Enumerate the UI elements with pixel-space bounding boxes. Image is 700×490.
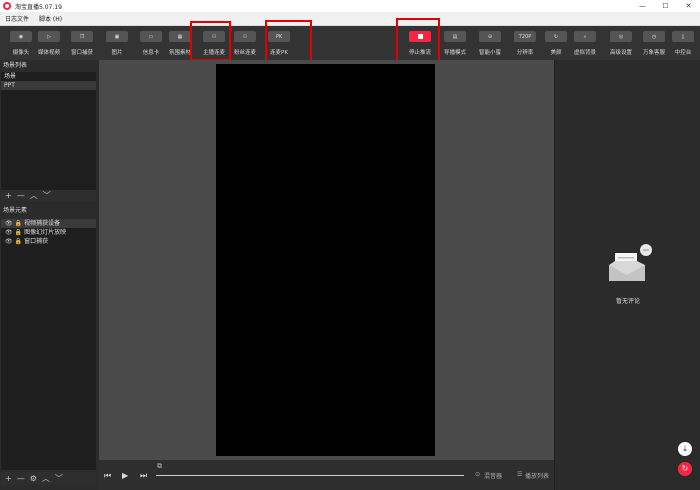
highlight-stop-stream xyxy=(396,18,440,62)
toolbar-button[interactable]: ⊖ 智能小蜜 xyxy=(470,29,510,57)
add-scene-button[interactable]: + xyxy=(5,191,12,200)
settings-icon: ◎ xyxy=(610,31,632,42)
lock-icon[interactable]: 🔒 xyxy=(15,219,22,228)
source-item-label: 窗口捕获 xyxy=(24,238,49,245)
card-icon: ▭ xyxy=(140,31,162,42)
director-icon: ▤ xyxy=(444,31,466,42)
window-icon: ❐ xyxy=(71,31,93,42)
scene-item[interactable]: PPT xyxy=(1,81,96,90)
service-icon: ◷ xyxy=(643,31,665,42)
empty-comments-text: 暂无评论 xyxy=(615,298,640,305)
source-item[interactable]: 👁 🔒 窗口捕获 xyxy=(1,237,96,246)
assistant-icon: ⊖ xyxy=(479,31,501,42)
window-controls: — ☐ ✕ xyxy=(631,0,700,12)
virtual-bg-icon: ⌕ xyxy=(574,31,596,42)
source-item-label: 图像幻灯片放映 xyxy=(24,229,67,236)
lock-icon[interactable]: 🔒 xyxy=(15,228,22,237)
playback-bar: ⧉ ⏮ ▶ ⏭ ⊙ 混音器 ☰ 播放列表 xyxy=(99,460,554,490)
add-source-button[interactable]: + xyxy=(5,474,12,483)
window-title: 淘宝直播5.07.19 xyxy=(15,3,62,11)
play-icon: ▷ xyxy=(38,31,60,42)
close-button[interactable]: ✕ xyxy=(677,0,700,12)
play-button[interactable]: ▶ xyxy=(122,471,128,480)
visibility-eye-icon[interactable]: 👁 xyxy=(5,237,13,246)
visibility-eye-icon[interactable]: 👁 xyxy=(5,219,13,228)
source-list: 👁 🔒 视频捕获设备 👁 🔒 图像幻灯片放映 👁 🔒 窗口捕获 xyxy=(1,219,96,470)
minimize-button[interactable]: — xyxy=(631,0,654,12)
comments-panel: 暂无评论 ⤓ ↻ xyxy=(554,60,700,490)
toolbar-button[interactable]: ▯ 中控台 xyxy=(663,29,700,57)
toolbar: ◉ 摄像头 ▷ 媒体视频 ❐ 窗口捕获 ▣ 图片 ▭ 信息卡 ▦ 氛围素材 ⚇ 主播连麦 ⚇ 粉丝连麦 PK 连麦… xyxy=(0,26,700,60)
lock-icon[interactable]: 🔒 xyxy=(15,237,22,246)
cast-icon[interactable]: ⧉ xyxy=(157,462,162,471)
beauty-icon: ↻ xyxy=(545,31,567,42)
resolution-icon: 720P xyxy=(514,31,536,42)
move-scene-down-button[interactable]: ﹀ xyxy=(43,190,51,201)
toolbar-button-label: 虚拟背景 xyxy=(573,50,596,56)
console-icon: ▯ xyxy=(672,31,694,42)
fan-link-icon: ⚇ xyxy=(234,31,256,42)
playlist-icon[interactable]: ☰ xyxy=(517,471,522,478)
previous-button[interactable]: ⏮ xyxy=(104,471,111,481)
toolbar-button-label: 窗口捕获 xyxy=(70,50,93,56)
visibility-eye-icon[interactable]: 👁 xyxy=(5,228,13,237)
scene-list: 场景 PPT xyxy=(1,72,96,190)
source-controls: + — ⚙ ︿ ﹀ xyxy=(1,472,96,485)
next-button[interactable]: ⏭ xyxy=(140,471,147,481)
canvas-area xyxy=(99,60,554,460)
toolbar-button-label: 智能小蜜 xyxy=(478,50,501,56)
app-logo-icon xyxy=(3,2,11,10)
progress-slider[interactable] xyxy=(156,475,464,476)
move-source-up-button[interactable]: ︿ xyxy=(42,473,50,484)
source-list-header: 场景元素 xyxy=(3,207,28,214)
title-bar: 淘宝直播5.07.19 — ☐ ✕ xyxy=(0,0,700,12)
menu-script[interactable]: 脚本 (H) xyxy=(34,14,67,23)
highlight-link-pk xyxy=(265,20,312,62)
scene-item[interactable]: 场景 xyxy=(1,72,96,81)
highlight-anchor-link xyxy=(190,21,231,61)
stream-preview[interactable] xyxy=(216,64,435,456)
scene-list-header: 场景列表 xyxy=(0,60,97,72)
remove-source-button[interactable]: — xyxy=(17,474,25,483)
move-scene-up-button[interactable]: ︿ xyxy=(30,190,38,201)
menu-log-file[interactable]: 日志文件 xyxy=(0,14,34,23)
scene-controls: + — ︿ ﹀ xyxy=(1,190,96,201)
toolbar-button-label: 中控台 xyxy=(674,50,692,56)
maximize-button[interactable]: ☐ xyxy=(654,0,677,12)
playlist-button[interactable]: 播放列表 xyxy=(525,471,549,480)
image-icon: ▣ xyxy=(106,31,128,42)
source-item[interactable]: 👁 🔒 图像幻灯片放映 xyxy=(1,228,96,237)
menu-bar: 日志文件 脚本 (H) xyxy=(0,12,700,26)
remove-scene-button[interactable]: — xyxy=(17,191,25,200)
toolbar-button[interactable]: ❐ 窗口捕获 xyxy=(62,29,102,57)
mixer-button[interactable]: 混音器 xyxy=(484,471,502,480)
source-item-label: 视频捕获设备 xyxy=(24,220,61,227)
source-settings-gear-icon[interactable]: ⚙ xyxy=(30,474,37,483)
empty-inbox-icon xyxy=(609,244,652,281)
refresh-icon[interactable]: ↻ xyxy=(678,462,692,476)
toolbar-button[interactable]: ▤ 导播模式 xyxy=(435,29,475,57)
mixer-icon[interactable]: ⊙ xyxy=(475,471,480,478)
download-icon[interactable]: ⤓ xyxy=(678,442,692,456)
material-icon: ▦ xyxy=(169,31,191,42)
source-item[interactable]: 👁 🔒 视频捕获设备 xyxy=(1,219,96,228)
toolbar-button[interactable]: ⌕ 虚拟背景 xyxy=(565,29,605,57)
toolbar-button-label: 导播模式 xyxy=(443,50,466,56)
move-source-down-button[interactable]: ﹀ xyxy=(55,473,63,484)
